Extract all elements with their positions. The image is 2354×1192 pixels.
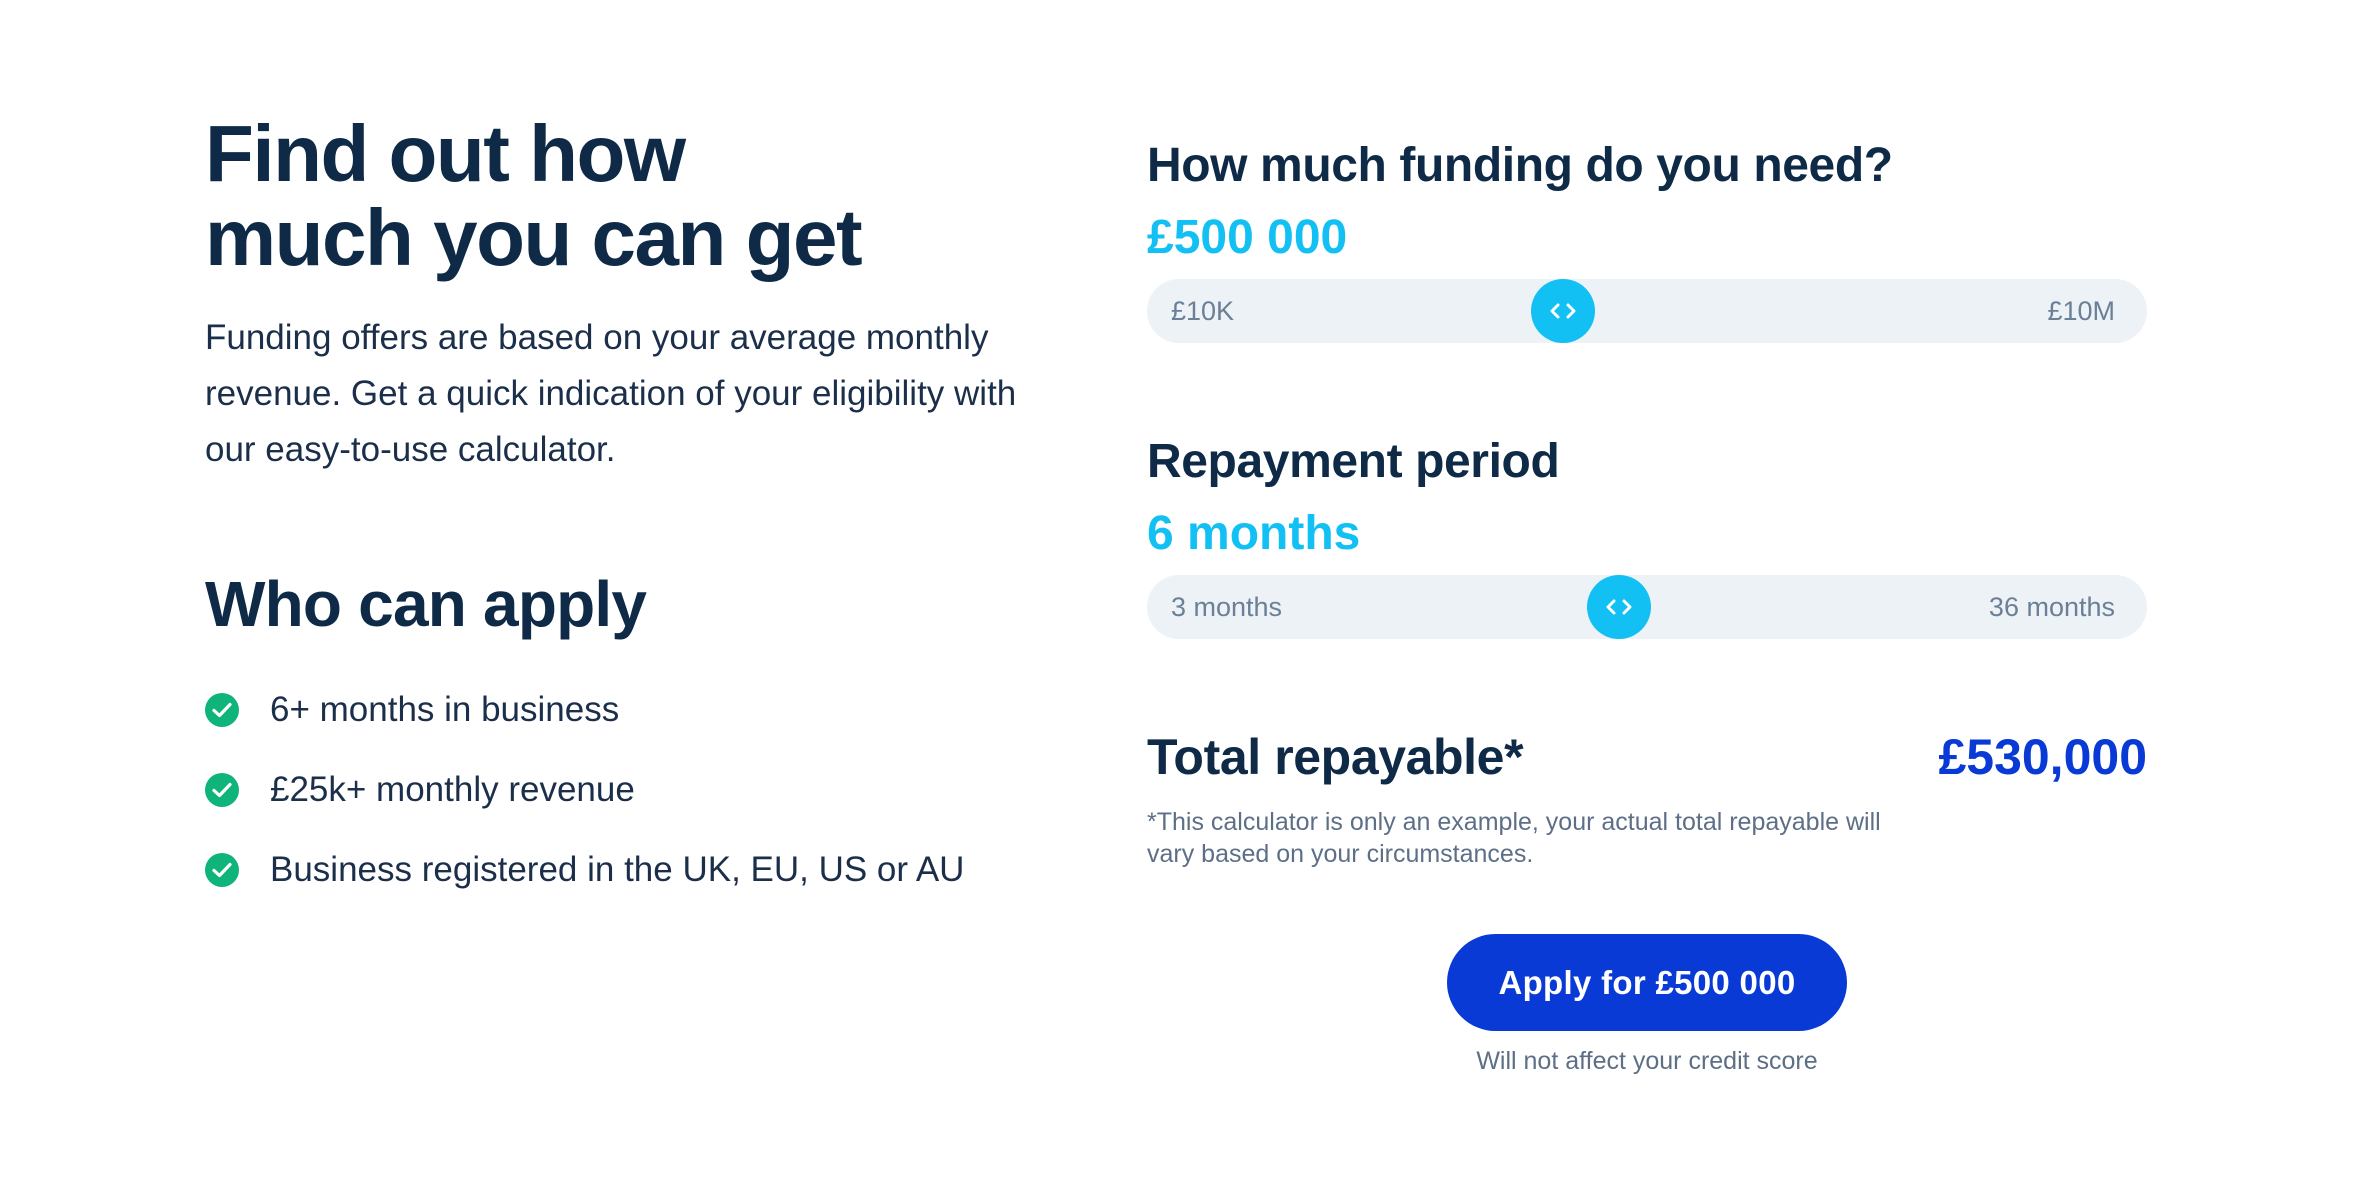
hero-title-line-2: much you can get (205, 193, 863, 282)
repayment-period-question: Repayment period (1147, 435, 1560, 488)
eligibility-item: £25k+ monthly revenue (205, 750, 964, 830)
period-slider-min-label: 3 months (1171, 592, 1283, 622)
total-repayable-label: Total repayable* (1147, 729, 1524, 785)
chevrons-left-right-icon (1550, 303, 1576, 319)
check-circle-icon (205, 693, 239, 727)
eligibility-item-label: 6+ months in business (270, 690, 620, 729)
repayment-period-slider[interactable]: 3 months 36 months (1147, 575, 2147, 639)
period-slider-thumb[interactable] (1587, 575, 1651, 639)
funding-calculator-section: Find out how much you can get Funding of… (0, 0, 2354, 1192)
repayment-period-value: 6 months (1147, 507, 1361, 560)
credit-score-note: Will not affect your credit score (1476, 1047, 1818, 1075)
who-can-apply-title: Who can apply (205, 568, 647, 640)
calculator-panel: How much funding do you need? £500 000 £… (1147, 0, 2147, 1192)
check-circle-icon (205, 853, 239, 887)
funding-slider-thumb[interactable] (1531, 279, 1595, 343)
funding-amount-value: £500 000 (1147, 211, 1348, 264)
funding-slider[interactable]: £10K £10M (1147, 279, 2147, 343)
funding-slider-max-label: £10M (2047, 296, 2115, 326)
hero-title: Find out how much you can get (205, 112, 1105, 280)
hero-description: Funding offers are based on your average… (205, 318, 1017, 469)
eligibility-item: 6+ months in business (205, 670, 964, 750)
eligibility-item-label: £25k+ monthly revenue (270, 770, 635, 809)
funding-slider-min-label: £10K (1171, 296, 1235, 326)
period-slider-max-label: 36 months (1988, 592, 2115, 622)
intro-column: Find out how much you can get Funding of… (205, 112, 1105, 889)
eligibility-list: 6+ months in business £25k+ monthly reve… (205, 670, 964, 910)
total-repayable-value: £530,000 (1938, 729, 2147, 785)
chevrons-left-right-icon (1606, 599, 1632, 615)
hero-title-line-1: Find out how (205, 109, 686, 198)
check-circle-icon (205, 773, 239, 807)
eligibility-item: Business registered in the UK, EU, US or… (205, 830, 964, 910)
calculator-disclaimer: *This calculator is only an example, you… (1147, 808, 1881, 868)
funding-question: How much funding do you need? (1147, 139, 1893, 192)
apply-button[interactable]: Apply for £500 000 (1447, 934, 1847, 1031)
eligibility-item-label: Business registered in the UK, EU, US or… (270, 850, 965, 889)
